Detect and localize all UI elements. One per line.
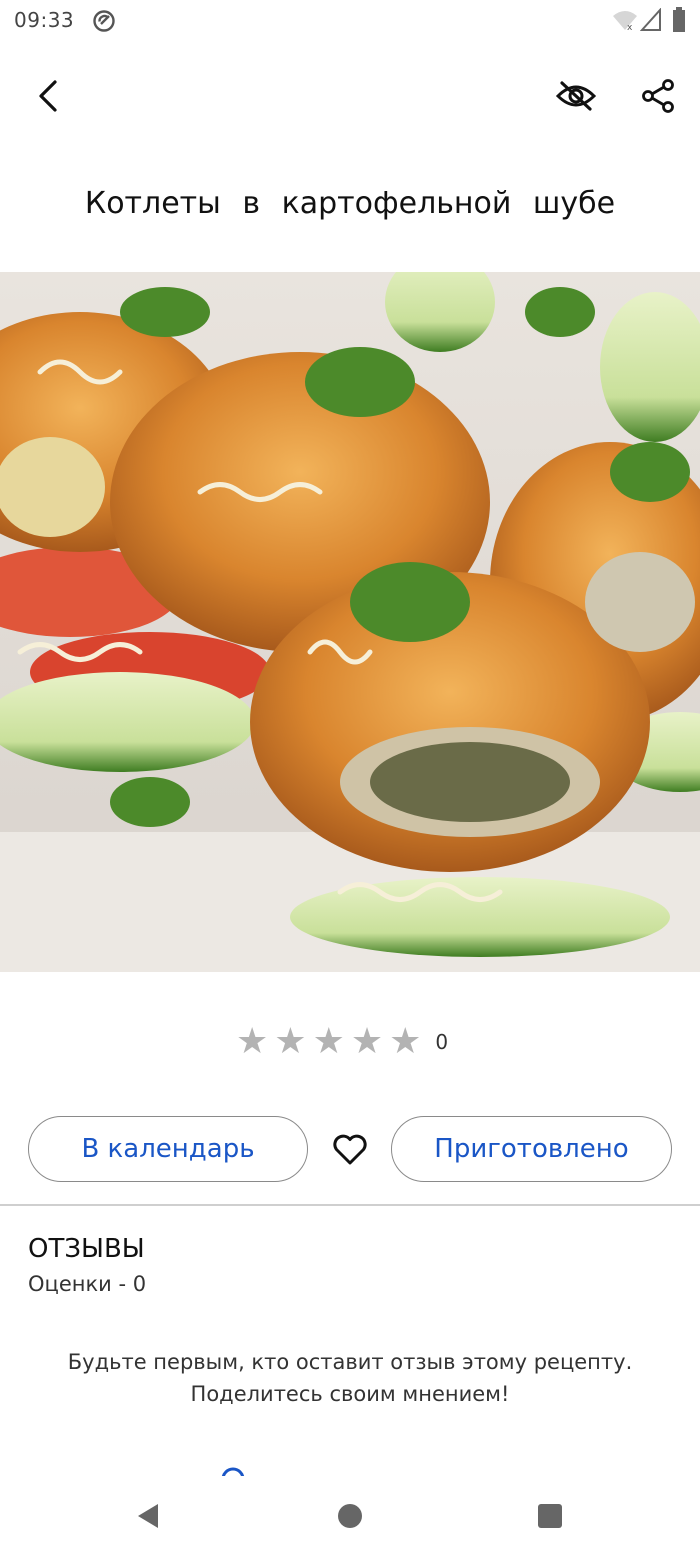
back-button[interactable]	[22, 70, 74, 122]
wifi-off-icon: x	[613, 11, 637, 32]
heart-outline-icon	[333, 1134, 367, 1165]
empty-reviews-message: Будьте первым, кто оставит отзыв этому р…	[67, 1350, 633, 1406]
nav-recent-apps-icon[interactable]	[530, 1496, 570, 1536]
svg-text:x: x	[627, 23, 633, 32]
rating-count: 0	[435, 1030, 449, 1054]
star-icon[interactable]: ★	[351, 1024, 383, 1060]
add-to-calendar-button[interactable]: В календарь	[28, 1116, 308, 1182]
recipe-title: Котлеты в картофельной шубе	[84, 186, 616, 221]
cooked-button[interactable]: Приготовлено	[391, 1116, 672, 1182]
nav-back-icon[interactable]	[130, 1496, 170, 1536]
signal-icon	[640, 8, 661, 31]
hide-recipe-button[interactable]	[550, 70, 602, 122]
battery-icon	[673, 7, 685, 32]
do-not-disturb-icon	[93, 10, 115, 32]
eye-off-icon	[556, 81, 596, 111]
divider	[0, 1204, 700, 1206]
add-to-calendar-label: В календарь	[81, 1134, 255, 1164]
share-icon	[642, 79, 674, 113]
share-button[interactable]	[632, 70, 684, 122]
recipe-image	[0, 272, 700, 972]
star-icon[interactable]: ★	[313, 1024, 345, 1060]
star-icon[interactable]: ★	[236, 1024, 268, 1060]
star-icon[interactable]: ★	[274, 1024, 306, 1060]
status-time: 09:33	[14, 8, 75, 32]
recipe-photo	[0, 272, 700, 972]
loading-spinner-icon	[220, 1466, 246, 1476]
arrow-back-icon	[39, 80, 57, 112]
star-icon[interactable]: ★	[389, 1024, 421, 1060]
ratings-count-label: Оценки - 0	[28, 1272, 147, 1296]
cooked-label: Приготовлено	[434, 1134, 629, 1164]
status-bar: 09:33 x	[0, 0, 700, 44]
favorite-button[interactable]	[326, 1126, 374, 1174]
reviews-title: ОТЗЫВЫ	[28, 1234, 145, 1264]
nav-home-icon[interactable]	[330, 1496, 370, 1536]
rating-stars[interactable]: ★ ★ ★ ★ ★ 0	[236, 1020, 448, 1064]
